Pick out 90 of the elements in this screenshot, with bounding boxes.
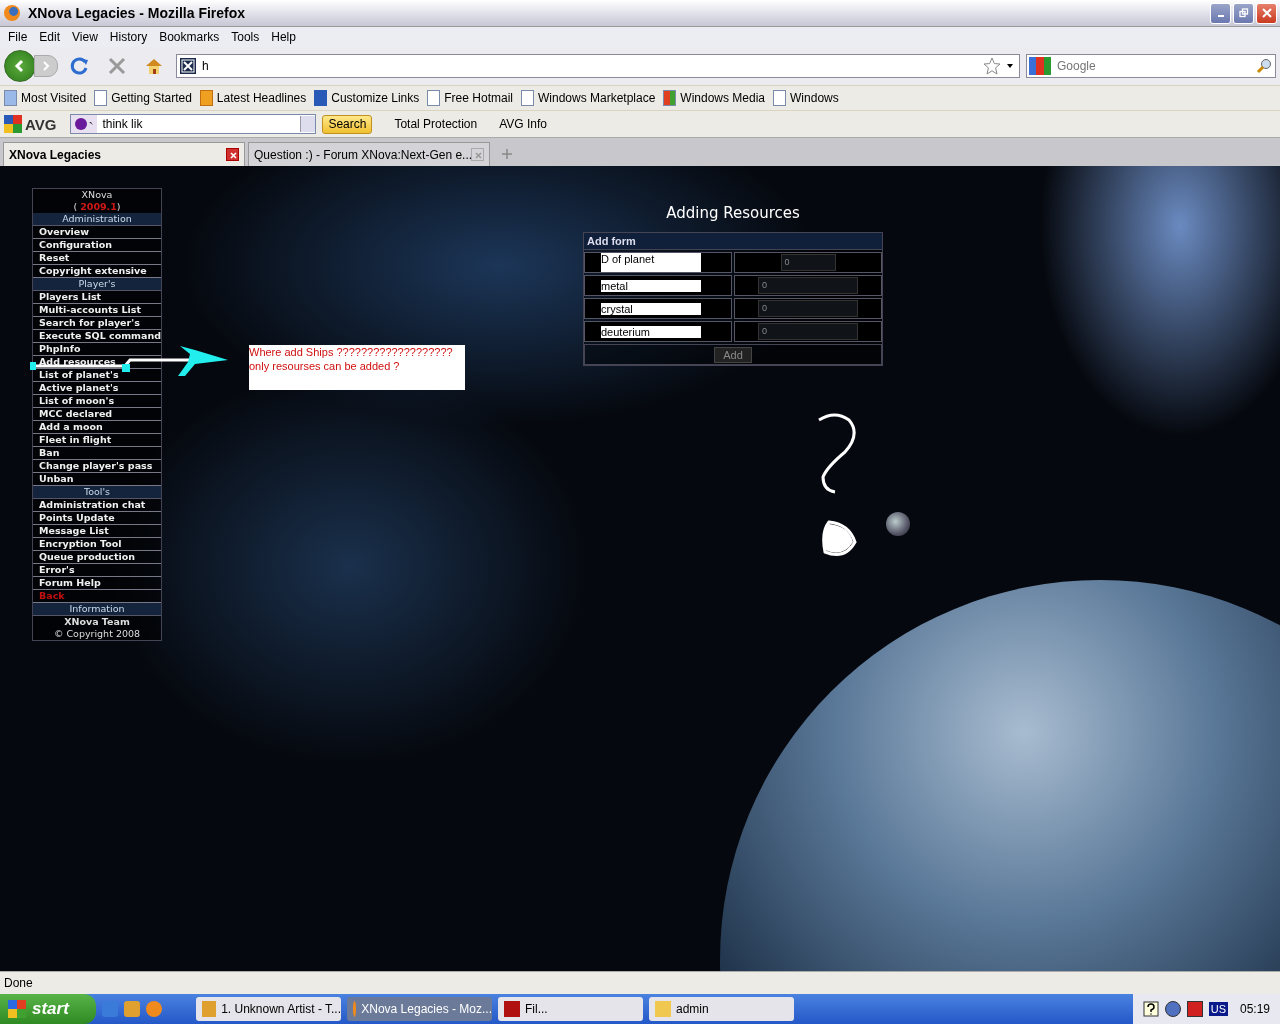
note-text: Where add Ships ??????????????????? — [249, 345, 454, 359]
star-icon[interactable] — [983, 57, 1001, 75]
version-label: ( 2009.1) — [72, 201, 122, 213]
copyright-text: © Copyright 2008 — [52, 628, 142, 640]
menu-link[interactable]: Points Update — [33, 512, 161, 525]
close-button[interactable] — [1256, 2, 1277, 24]
home-icon[interactable] — [144, 56, 164, 76]
input-field[interactable]: 0 — [758, 323, 858, 340]
restore-button[interactable] — [1233, 2, 1254, 24]
back-button[interactable] — [4, 50, 36, 82]
menu-title: XNova — [80, 189, 114, 201]
note-text: only resourses can be added ? — [249, 359, 401, 373]
menu-link[interactable]: Players List — [33, 291, 161, 304]
toolbar-item[interactable]: AVG Info — [499, 117, 547, 131]
minimize-button[interactable] — [1210, 2, 1231, 24]
menu-link[interactable]: Reset — [33, 252, 161, 265]
menu-link[interactable]: Administration chat — [33, 499, 161, 512]
menu-link[interactable]: Overview — [33, 226, 161, 239]
close-icon — [1261, 8, 1272, 18]
avg-logo: AVG — [4, 115, 57, 133]
search-button[interactable]: Search — [322, 114, 373, 134]
help-icon[interactable] — [1142, 1001, 1159, 1017]
reload-icon[interactable] — [70, 56, 90, 76]
bookmark-item[interactable]: Windows Media — [663, 90, 766, 106]
bookmark-item[interactable]: Customize Links — [314, 90, 420, 106]
menu-item[interactable]: Edit — [33, 30, 67, 44]
menu-item[interactable]: Tools — [225, 30, 266, 44]
moon-drawing — [886, 512, 910, 536]
menu-link[interactable]: MCC declared — [33, 408, 161, 421]
menu-link[interactable]: Execute SQL command — [33, 330, 161, 343]
bookmark-item[interactable]: Getting Started — [94, 90, 192, 106]
menu-link[interactable]: Fleet in flight — [33, 434, 161, 447]
menu-link[interactable]: Encryption Tool — [33, 538, 161, 551]
taskbar-button[interactable]: admin — [649, 997, 794, 1021]
menu-section: Player's — [33, 278, 161, 291]
menu-item[interactable]: File — [2, 30, 34, 44]
menu-item[interactable]: View — [66, 30, 104, 44]
search-icon[interactable] — [1256, 58, 1272, 74]
menu-link[interactable]: Forum Help — [33, 577, 161, 590]
xnova-icon — [180, 58, 196, 74]
taskbar-button[interactable]: XNova Legacies - Moz... — [347, 997, 492, 1021]
menu-link[interactable]: Queue production — [33, 551, 161, 564]
menu-link[interactable]: Message List — [33, 525, 161, 538]
field-label: crystal — [601, 302, 701, 315]
credits-text: XNova Team — [63, 616, 131, 628]
language-indicator[interactable]: US — [1208, 1002, 1228, 1016]
menu-link[interactable]: PhpInfo — [33, 343, 161, 356]
menu-section: Administration — [33, 213, 161, 226]
menu-section: Information — [33, 603, 161, 616]
field-label: deuterium — [601, 325, 701, 338]
browser-tab[interactable]: Question :) - Forum XNova:Next-Gen e... — [248, 142, 490, 166]
bookmark-item[interactable]: Windows Marketplace — [520, 90, 656, 106]
menu-link[interactable]: List of moon's — [33, 395, 161, 408]
window-title: XNova Legacies - Mozilla Firefox — [28, 5, 247, 21]
address-field[interactable]: h — [176, 54, 1020, 78]
taskbar-button[interactable]: Fil... — [498, 997, 643, 1021]
restore-icon — [1238, 8, 1249, 18]
menu-item[interactable]: Help — [265, 30, 302, 44]
bookmark-item[interactable]: Most Visited — [4, 90, 87, 106]
minimize-icon — [1217, 15, 1224, 17]
taskbar-button[interactable]: 1. Unknown Artist - T... — [196, 997, 341, 1021]
menu-item[interactable]: Bookmarks — [153, 30, 226, 44]
menu-link[interactable]: Search for player's — [33, 317, 161, 330]
bookmark-item[interactable]: Windows — [773, 90, 839, 106]
search-field[interactable]: think lik — [70, 114, 317, 134]
form-header: Add form — [584, 233, 882, 250]
menu-link[interactable]: Configuration — [33, 239, 161, 252]
search-field[interactable]: Google — [1026, 54, 1276, 78]
menu-link[interactable]: Ban — [33, 447, 161, 460]
browser-tab[interactable]: XNova Legacies — [3, 142, 245, 166]
stop-icon[interactable] — [108, 57, 126, 75]
menu-link[interactable]: Error's — [33, 564, 161, 577]
clock: 05:19 — [1239, 1002, 1270, 1016]
menu-item[interactable]: History — [103, 30, 154, 44]
bookmark-item[interactable]: Latest Headlines — [199, 90, 307, 106]
menu-link[interactable]: Change player's pass — [33, 460, 161, 473]
menu-link[interactable]: Active planet's — [33, 382, 161, 395]
page-title: Adding Resources — [665, 204, 801, 222]
field-label: D of planet — [601, 253, 701, 272]
input-field[interactable]: 0 — [758, 277, 858, 294]
add-button[interactable]: Add — [714, 346, 752, 363]
field-label: metal — [601, 279, 701, 292]
input-field[interactable]: 0 — [780, 254, 836, 271]
menu-link[interactable]: Multi-accounts List — [33, 304, 161, 317]
input-field[interactable]: 0 — [758, 300, 858, 317]
toolbar-item[interactable]: Total Protection — [394, 117, 478, 131]
bookmark-item[interactable]: Free Hotmail — [427, 90, 513, 106]
menu-section: Tool's — [33, 486, 161, 499]
menu-link[interactable]: Add a moon — [33, 421, 161, 434]
close-tab-icon[interactable] — [226, 148, 239, 161]
